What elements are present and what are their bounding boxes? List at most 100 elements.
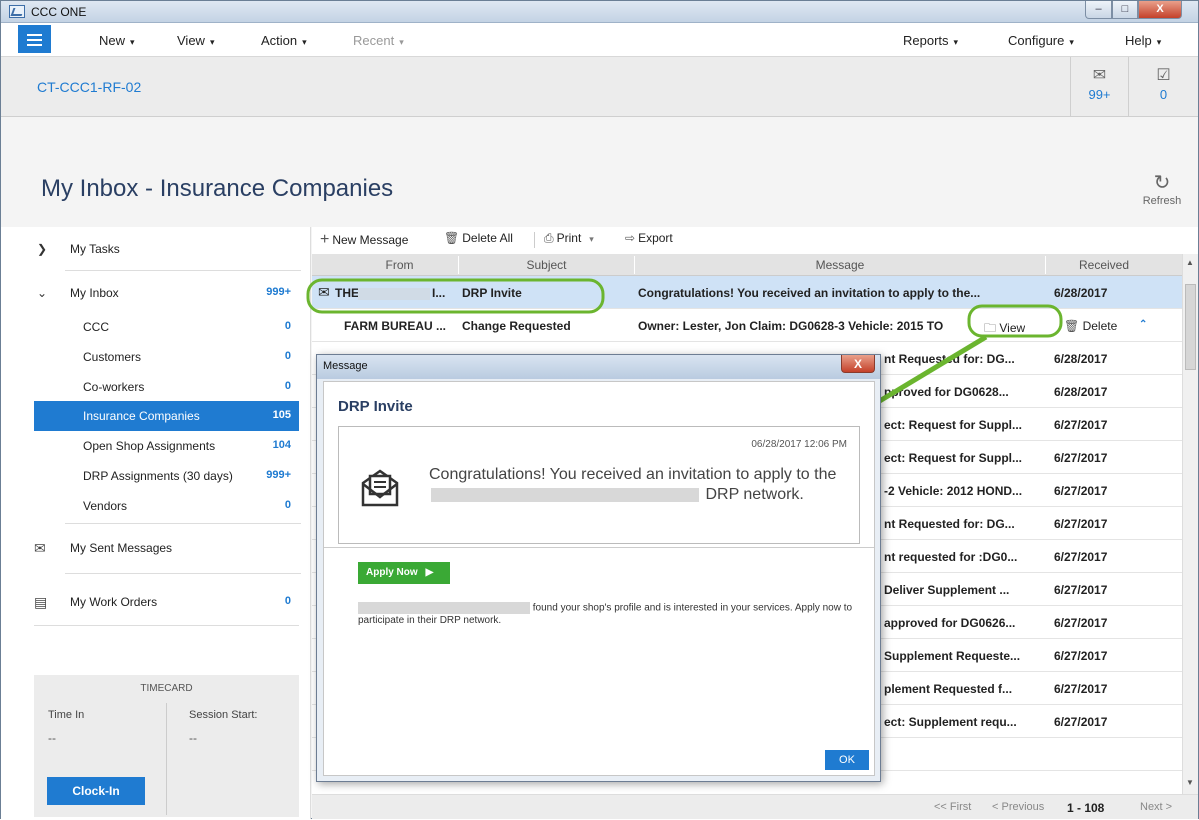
invitation-paragraph: found your shop's profile and is interes… [358, 602, 868, 627]
sidebar-item-my-inbox[interactable]: ⌄ My Inbox 999+ [1, 278, 311, 308]
sidebar-item-insurance-companies[interactable]: Insurance Companies 105 [34, 401, 299, 431]
sidebar-item-label: My Work Orders [70, 595, 158, 609]
scroll-down-icon[interactable]: ▼ [1186, 778, 1194, 787]
menu-view-label: View [177, 33, 205, 48]
menu-help[interactable]: Help ▾ [1125, 33, 1161, 48]
sidebar-item-label: Vendors [83, 499, 128, 513]
sidebar-item-drp-assignments[interactable]: DRP Assignments (30 days) 999+ [1, 461, 311, 491]
row-delete-button[interactable]: 🗑 Delete [1064, 319, 1117, 333]
folder-open-icon: 🗀 [984, 321, 997, 335]
refresh-button[interactable]: ↻ Refresh [1137, 173, 1187, 207]
row-received: 6/27/2017 [1054, 451, 1108, 465]
sidebar-item-ccc[interactable]: CCC 0 [1, 312, 311, 342]
messages-notification[interactable]: ✉ 99+ [1070, 57, 1128, 116]
session-start-value: -- [189, 731, 197, 745]
list-scrollbar[interactable]: ▲ ▼ [1182, 254, 1198, 794]
row-message: nt Requested for: DG... [884, 352, 1015, 366]
tasks-notification[interactable]: ☑ 0 [1128, 57, 1198, 116]
column-from[interactable]: From [342, 258, 457, 272]
sidebar-item-label: My Inbox [70, 286, 119, 300]
row-view-button[interactable]: 🗀 View [984, 319, 1025, 340]
timecard-panel: TIMECARD Time In -- Session Start: -- Cl… [34, 675, 299, 817]
checklist-icon: ☑ [1156, 67, 1171, 84]
menu-view[interactable]: View ▾ [177, 33, 214, 48]
close-button[interactable]: X [1138, 1, 1182, 19]
sidebar-item-count: 999+ [266, 469, 291, 481]
row-message: pproved for DG0628... [884, 385, 1009, 399]
sidebar-item-count: 0 [284, 380, 291, 392]
trash-icon: 🗑 [1064, 319, 1080, 333]
apply-now-button[interactable]: Apply Now ▶ [358, 562, 450, 584]
dialog-close-button[interactable]: X [841, 355, 875, 373]
row-received: 6/27/2017 [1054, 517, 1108, 531]
row-received: 6/28/2017 [1054, 352, 1108, 366]
pager-next[interactable]: Next > [1140, 801, 1172, 813]
row-message: Deliver Supplement ... [884, 583, 1010, 597]
sidebar-item-my-sent-messages[interactable]: ✉ My Sent Messages [1, 533, 311, 563]
menu-new[interactable]: New ▾ [99, 33, 135, 48]
menu-reports-label: Reports [903, 33, 949, 48]
plus-icon: + [320, 231, 330, 248]
play-icon: ▶ [425, 567, 434, 578]
clock-in-button[interactable]: Clock-In [47, 777, 145, 805]
menu-recent-label: Recent [353, 33, 395, 48]
sidebar-item-vendors[interactable]: Vendors 0 [1, 491, 311, 521]
new-message-button[interactable]: + New Message [320, 231, 408, 249]
menu-configure-label: Configure [1008, 33, 1065, 48]
sidebar-item-my-tasks[interactable]: ❯ My Tasks [1, 234, 311, 264]
message-card: 06/28/2017 12:06 PM Congratulations! You… [338, 426, 860, 544]
row-message: nt requested for :DG0... [884, 550, 1018, 564]
row-message: ect: Supplement requ... [884, 715, 1017, 729]
menu-reports[interactable]: Reports ▾ [903, 33, 958, 48]
ok-button[interactable]: OK [825, 750, 869, 770]
row-message: approved for DG0626... [884, 616, 1016, 630]
menu-configure[interactable]: Configure ▾ [1008, 33, 1074, 48]
menu-action[interactable]: Action ▾ [261, 33, 307, 48]
message-text: Congratulations! You received an invitat… [429, 465, 849, 505]
sidebar-item-count: 0 [284, 320, 291, 332]
chevron-down-icon: ⌄ [37, 286, 48, 300]
delete-all-button[interactable]: 🗑 Delete All [444, 231, 513, 245]
pager: << First < Previous 1 - 108 Next > [312, 794, 1198, 819]
export-button[interactable]: ⇨ Export [625, 231, 673, 245]
column-received[interactable]: Received [1046, 258, 1162, 272]
row-message: Supplement Requeste... [884, 649, 1021, 663]
sidebar-item-count: 999+ [266, 286, 291, 298]
sidebar-item-label: Customers [83, 350, 142, 364]
pager-previous[interactable]: < Previous [992, 801, 1044, 813]
printer-icon: ⎙ [544, 231, 554, 245]
sidebar-item-open-shop-assignments[interactable]: Open Shop Assignments 104 [1, 431, 311, 461]
maximize-button[interactable]: □ [1112, 1, 1138, 19]
print-button[interactable]: ⎙ Print ▾ [544, 231, 594, 246]
apply-now-label: Apply Now [366, 567, 418, 578]
row-received: 6/27/2017 [1054, 682, 1108, 696]
caret-down-icon: ▾ [302, 37, 307, 47]
inbox-toolbar: + New Message 🗑 Delete All ⎙ Print ▾ ⇨ Export [312, 227, 1198, 253]
column-message[interactable]: Message [635, 258, 1045, 272]
row-from: FARM BUREAU ... [344, 319, 446, 333]
row-message: ect: Request for Suppl... [884, 451, 1023, 465]
row-received: 6/27/2017 [1054, 616, 1108, 630]
message-text-end: DRP network. [705, 486, 804, 503]
row-message: -2 Vehicle: 2012 HOND... [884, 484, 1023, 498]
hamburger-menu-button[interactable] [18, 25, 51, 53]
minimize-button[interactable]: – [1085, 1, 1112, 19]
sidebar-item-label: My Sent Messages [70, 541, 173, 555]
caret-down-icon: ▾ [130, 37, 135, 47]
sidebar-item-my-work-orders[interactable]: ▤ My Work Orders 0 [1, 587, 311, 617]
pager-first[interactable]: << First [934, 801, 971, 813]
table-row[interactable]: FARM BUREAU ... Change Requested Owner: … [312, 309, 1182, 342]
scroll-up-icon[interactable]: ▲ [1186, 258, 1194, 267]
refresh-label: Refresh [1142, 195, 1182, 207]
scroll-thumb[interactable] [1185, 284, 1196, 370]
collapse-icon[interactable]: ⌃ [1139, 319, 1147, 330]
table-row[interactable]: ✉ THE I I... DRP Invite Congratulations!… [312, 276, 1182, 309]
account-id[interactable]: CT-CCC1-RF-02 [37, 79, 141, 95]
row-message: ect: Request for Suppl... [884, 418, 1023, 432]
menu-recent[interactable]: Recent ▾ [353, 33, 404, 48]
sidebar-item-customers[interactable]: Customers 0 [1, 342, 311, 372]
sidebar-item-co-workers[interactable]: Co-workers 0 [1, 372, 311, 402]
row-message: plement Requested f... [884, 682, 1013, 696]
menu-new-label: New [99, 33, 126, 48]
column-subject[interactable]: Subject [459, 258, 634, 272]
